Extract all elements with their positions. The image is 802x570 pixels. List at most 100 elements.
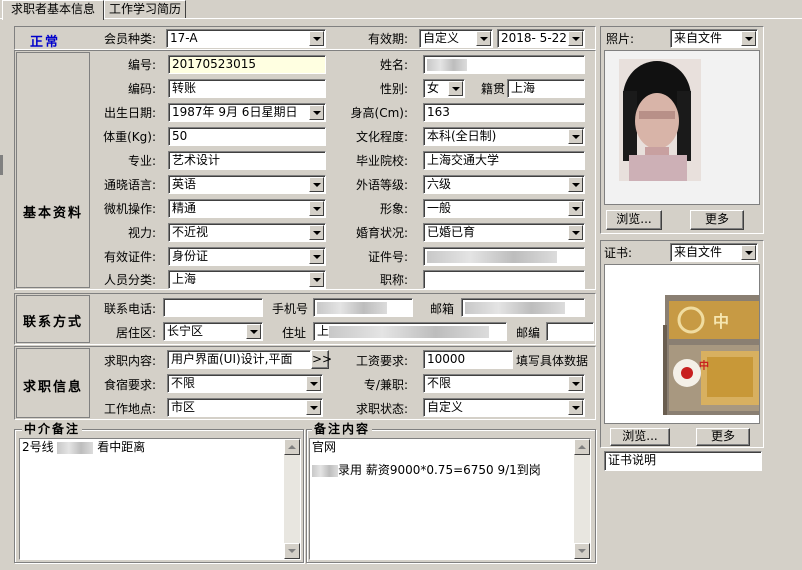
chevron-down-icon[interactable] (309, 272, 324, 287)
school-label: 毕业院校: (355, 154, 408, 168)
photo-source-select[interactable]: 来自文件 (670, 29, 758, 48)
zip-input[interactable] (546, 322, 594, 341)
chevron-down-icon[interactable] (448, 81, 463, 96)
agent-notes-memo[interactable]: 2号线 看中距离 (19, 438, 301, 560)
height-input[interactable]: 163 (423, 103, 585, 122)
scroll-down-icon[interactable] (574, 543, 590, 559)
cert-logo-text: 中 (699, 361, 709, 372)
location-value: 市区 (171, 400, 196, 414)
job-content-input[interactable]: 用户界面(UI)设计,平面 (167, 350, 311, 369)
validity-date-picker[interactable]: 2018- 5-22 (497, 29, 585, 48)
weight-input[interactable]: 50 (168, 127, 326, 146)
title-input[interactable] (423, 270, 585, 289)
chevron-down-icon[interactable] (246, 324, 261, 339)
phone-label: 联系电话: (103, 302, 156, 316)
agent-note-prefix: 2号线 (22, 440, 54, 454)
basic-info-header-cell (16, 52, 90, 288)
chevron-down-icon[interactable] (309, 201, 324, 216)
language-label: 通晓语言: (103, 178, 156, 192)
chevron-down-icon[interactable] (568, 225, 583, 240)
computer-select[interactable]: 精通 (168, 199, 326, 218)
agent-notes-scrollbar[interactable] (284, 439, 300, 559)
cert-browse-button[interactable]: 浏览... (610, 428, 670, 446)
lang-level-select[interactable]: 六级 (423, 175, 585, 194)
photo-browse-button[interactable]: 浏览... (606, 210, 662, 230)
board-value: 不限 (171, 376, 196, 390)
job-content-more-button[interactable]: >> (311, 350, 332, 369)
member-type-select[interactable]: 17-A (166, 29, 326, 48)
scroll-up-icon[interactable] (574, 439, 590, 455)
mobile-input[interactable] (313, 298, 413, 317)
job-status-select[interactable]: 自定义 (423, 398, 585, 417)
district-select[interactable]: 长宁区 (163, 322, 263, 341)
board-select[interactable]: 不限 (167, 374, 323, 393)
education-select[interactable]: 本科(全日制) (423, 127, 585, 146)
chevron-down-icon[interactable] (309, 177, 324, 192)
chevron-down-icon[interactable] (741, 245, 756, 260)
tab-basic-info[interactable]: 求职者基本信息 (2, 0, 104, 20)
id-no-input[interactable] (423, 247, 585, 266)
chevron-down-icon[interactable] (568, 201, 583, 216)
remarks-memo[interactable]: 官网 录用 薪资9000*0.75=6750 9/1到岗 (309, 438, 591, 560)
salary-input[interactable]: 10000 (423, 350, 513, 369)
person-type-select[interactable]: 上海 (168, 270, 326, 289)
chevron-down-icon[interactable] (309, 105, 324, 120)
zip-label: 邮编 (515, 326, 540, 340)
lang-level-label: 外语等级: (355, 178, 408, 192)
native-input[interactable]: 上海 (507, 79, 585, 98)
computer-value: 精通 (172, 201, 197, 215)
address-value: 上 (317, 324, 330, 338)
id-type-select[interactable]: 身份证 (168, 247, 326, 266)
chevron-down-icon[interactable] (568, 31, 583, 46)
splitter-handle[interactable] (0, 155, 3, 175)
person-type-label: 人员分类: (103, 273, 156, 287)
chevron-down-icon[interactable] (568, 376, 583, 391)
scroll-up-icon[interactable] (284, 439, 300, 455)
chevron-down-icon[interactable] (741, 31, 756, 46)
name-label: 姓名: (379, 58, 408, 72)
vision-select[interactable]: 不近视 (168, 223, 326, 242)
serial-input[interactable]: 20170523015 (168, 55, 326, 74)
certificate-frame[interactable]: 中 中 (604, 264, 760, 424)
chevron-down-icon[interactable] (306, 400, 321, 415)
email-input[interactable] (461, 298, 585, 317)
code-input[interactable]: 转账 (168, 79, 326, 98)
location-select[interactable]: 市区 (167, 398, 323, 417)
marital-select[interactable]: 已婚已育 (423, 223, 585, 242)
language-select[interactable]: 英语 (168, 175, 326, 194)
appearance-select[interactable]: 一般 (423, 199, 585, 218)
school-input[interactable]: 上海交通大学 (423, 151, 585, 170)
chevron-down-icon[interactable] (309, 249, 324, 264)
chevron-down-icon[interactable] (568, 400, 583, 415)
tab-work-history[interactable]: 工作学习简历 (104, 0, 186, 18)
contact-section-title: 联系方式 (22, 315, 83, 330)
location-label: 工作地点: (103, 402, 156, 416)
mobile-label: 手机号 (271, 302, 308, 316)
appearance-label: 形象: (379, 202, 408, 216)
agent-notes-title: 中介备注 (22, 422, 83, 436)
chevron-down-icon[interactable] (306, 376, 321, 391)
chevron-down-icon[interactable] (309, 31, 324, 46)
chevron-down-icon[interactable] (568, 177, 583, 192)
chevron-down-icon[interactable] (476, 31, 491, 46)
certificate-label: 证书: (604, 246, 633, 260)
gender-select[interactable]: 女 (423, 79, 465, 98)
cert-more-button[interactable]: 更多 (696, 428, 750, 446)
phone-input[interactable] (163, 298, 263, 317)
address-input[interactable]: 上 (313, 322, 507, 341)
chevron-down-icon[interactable] (309, 225, 324, 240)
birthdate-value: 1987年 9月 6日星期日 (172, 105, 298, 119)
photo-source-value: 来自文件 (674, 31, 723, 45)
validity-type-select[interactable]: 自定义 (419, 29, 493, 48)
fulltime-select[interactable]: 不限 (423, 374, 585, 393)
photo-frame[interactable] (604, 50, 760, 205)
major-input[interactable]: 艺术设计 (168, 151, 326, 170)
name-input[interactable] (423, 55, 585, 74)
scroll-down-icon[interactable] (284, 543, 300, 559)
chevron-down-icon[interactable] (568, 129, 583, 144)
photo-more-button[interactable]: 更多 (690, 210, 744, 230)
cert-description-input[interactable]: 证书说明 (604, 451, 762, 471)
remarks-scrollbar[interactable] (574, 439, 590, 559)
birthdate-picker[interactable]: 1987年 9月 6日星期日 (168, 103, 326, 122)
cert-source-select[interactable]: 来自文件 (670, 243, 758, 262)
